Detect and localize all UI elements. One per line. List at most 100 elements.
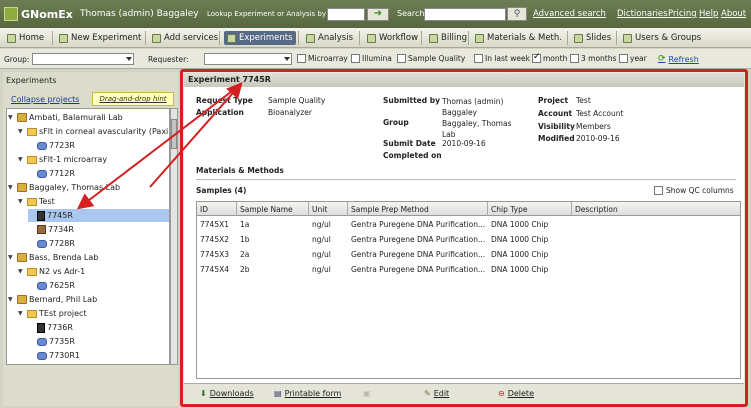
column-header[interactable]: ID [197,202,237,216]
tree-item[interactable]: 7736R [28,321,169,334]
tree-item[interactable]: 7734R [28,223,169,236]
tree-item[interactable]: ▼ sFlt-1 microarray [18,153,169,166]
printable-form-button[interactable]: ▤ Printable form [274,389,341,398]
nav-materials-methods[interactable]: Materials & Meth. [472,31,565,45]
chip-icon [37,210,45,221]
experiments-icon [227,33,236,43]
nav-separator [567,31,568,45]
tree-item[interactable]: 7745R [28,209,169,222]
submitted-by-label: Submitted by [383,96,440,105]
expand-triangle-icon[interactable]: ▼ [18,268,25,275]
tree-item[interactable]: ▼ Baggaley, Thomas Lab [8,181,169,194]
month-checkbox[interactable]: month [532,52,567,63]
checkbox-box [654,186,663,195]
delete-button[interactable]: ⊖ Delete [498,389,534,398]
table-row[interactable]: 7745X1 1a ng/ul Gentra Puregene DNA Purific… [197,217,740,232]
table-cell: DNA 1000 Chip [491,220,549,229]
illumina-checkbox[interactable]: Illumina [351,54,392,63]
table-row[interactable]: 7745X2 1b ng/ul Gentra Puregene DNA Purific… [197,232,740,247]
last-week-checkbox[interactable]: In last week [474,54,530,63]
tree-item[interactable]: 7730R [28,363,169,364]
tree-item[interactable]: 7712R [28,167,169,180]
nav-separator [298,31,299,45]
tree-item[interactable]: 7728R [28,237,169,250]
expand-triangle-icon[interactable]: ▼ [18,156,25,163]
nav-add-services[interactable]: Add services [149,31,221,45]
table-row[interactable]: 7745X4 2b ng/ul Gentra Puregene DNA Purific… [197,262,740,277]
nav-analysis[interactable]: Analysis [303,31,356,45]
tree-item[interactable]: ▼ Bass, Brenda Lab [8,251,169,264]
checkbox-label: Illumina [362,54,392,63]
lookup-input[interactable] [327,8,365,21]
expand-triangle-icon[interactable]: ▼ [8,296,15,303]
app-logo: GNomEx [4,7,73,21]
tree-item[interactable]: ▼ TEst project [18,307,169,320]
tree-scrollbar[interactable] [170,108,178,365]
refresh-button[interactable]: ⟳ Refresh [658,54,699,64]
chevron-down-icon [126,57,132,61]
lab-icon [17,253,27,262]
edit-button[interactable]: ✎ Edit [424,389,449,398]
column-header[interactable]: Unit [309,202,348,216]
search-input[interactable] [424,8,506,21]
nav-billing[interactable]: Billing [426,31,470,45]
column-header[interactable]: Chip Type [488,202,572,216]
tree-item[interactable]: ▼ Bernard, Phil Lab [8,293,169,306]
show-qc-checkbox[interactable]: Show QC columns [654,186,734,195]
tree-item-label: N2 vs Adr-1 [39,267,86,276]
group-select[interactable] [32,53,134,65]
application-value: Bioanalyzer [268,108,312,117]
expand-triangle-icon[interactable]: ▼ [8,114,15,121]
nav-workflow[interactable]: Workflow [364,31,421,45]
tree-item[interactable]: ▼ Ambati, Balamurali Lab [8,111,169,124]
experiment-icon [37,351,47,360]
scrollbar-thumb[interactable] [171,119,177,149]
table-row[interactable]: 7745X3 2a ng/ul Gentra Puregene DNA Purific… [197,247,740,262]
tree-item[interactable]: 7730R1 [28,349,169,362]
expand-triangle-icon[interactable]: ▼ [18,310,25,317]
search-icon: ⚲ [513,9,521,19]
nav-slides[interactable]: Slides [571,31,614,45]
downloads-label: Downloads [209,389,254,398]
expand-triangle-icon[interactable]: ▼ [8,254,15,261]
help-link[interactable]: Help [699,9,718,19]
document-icon: ▤ [274,389,282,398]
experiment-tree[interactable]: ▼ Ambati, Balamurali Lab ▼ sFlt in corneal … [6,108,170,365]
nav-new-experiment[interactable]: New Experiment [56,31,144,45]
nav-users-groups[interactable]: Users & Groups [620,31,704,45]
sample-quality-checkbox[interactable]: Sample Quality [397,54,465,63]
nav-experiments[interactable]: Experiments [224,31,296,45]
advanced-search-link[interactable]: Advanced search [533,9,606,19]
about-link[interactable]: About [721,9,746,19]
table-cell: 2a [240,250,250,259]
download-icon: ⬇ [200,389,207,398]
tree-item[interactable]: ▼ Test [18,195,169,208]
column-header[interactable]: Sample Prep Method [348,202,488,216]
year-checkbox[interactable]: year [619,54,647,63]
microarray-checkbox[interactable]: Microarray [297,54,348,63]
downloads-button[interactable]: ⬇ Downloads [200,389,254,398]
expand-triangle-icon[interactable]: ▼ [18,128,25,135]
group-label: Group: [4,55,30,64]
pricing-link[interactable]: Pricing [668,9,697,19]
tree-item[interactable]: 7723R [28,139,169,152]
requester-select[interactable] [204,53,292,65]
tree-item[interactable]: ▼ N2 vs Adr-1 [18,265,169,278]
samples-title: Samples (4) [196,186,247,195]
lookup-go-button[interactable]: ➜ [367,8,389,21]
column-header[interactable]: Description [572,202,740,216]
tree-item[interactable]: 7735R [28,335,169,348]
tree-item[interactable]: 7625R [28,279,169,292]
collapse-projects-link[interactable]: Collapse projects [11,95,79,104]
expand-triangle-icon[interactable]: ▼ [8,184,15,191]
expand-triangle-icon[interactable]: ▼ [18,198,25,205]
three-months-checkbox[interactable]: 3 months [570,54,616,63]
drag-drop-hint[interactable]: Drag-and-drop hint [92,92,174,106]
search-button[interactable]: ⚲ [507,7,527,21]
tree-item[interactable]: ▼ sFlt in corneal avascularity (Paxi [18,125,169,138]
submitted-by-value: Thomas (admin) Baggaley [442,97,504,117]
column-header[interactable]: Sample Name [237,202,309,216]
experiment-icon [37,337,47,346]
nav-home[interactable]: Home [4,31,47,45]
dictionaries-link[interactable]: Dictionaries [617,9,668,19]
